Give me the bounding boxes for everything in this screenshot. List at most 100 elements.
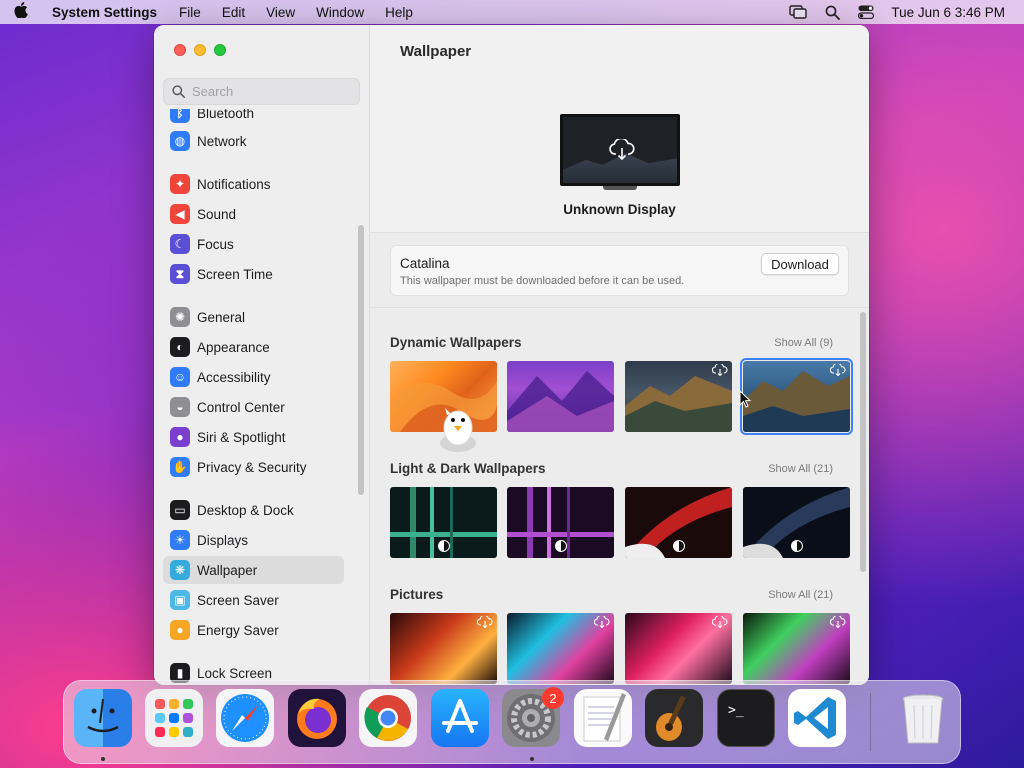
menu-file[interactable]: File — [179, 5, 201, 20]
sidebar: Search ᛒ Bluetooth ◍ Network ✦ Notifications ◀… — [154, 25, 370, 685]
menu-window[interactable]: Window — [316, 5, 364, 20]
menu-clock[interactable]: Tue Jun 6 3:46 PM — [891, 5, 1005, 20]
light-dark-icon — [673, 540, 685, 552]
cloud-download-icon — [830, 616, 846, 628]
wallpaper-thumb-pic-3[interactable] — [625, 613, 732, 684]
running-indicator — [530, 757, 534, 761]
sidebar-item-accessibility[interactable]: ☺ Accessibility — [163, 363, 344, 391]
sidebar-item-notifications[interactable]: ✦ Notifications — [163, 170, 344, 198]
search-icon — [172, 85, 185, 98]
main-scrollbar[interactable] — [860, 312, 866, 572]
svg-text:>_: >_ — [728, 703, 744, 718]
main-pane: Wallpaper Unknown Display Catalina This … — [370, 25, 869, 685]
dock-launchpad[interactable] — [145, 689, 203, 747]
dock-separator — [870, 693, 871, 751]
cloud-download-icon — [477, 616, 493, 628]
show-all-pictures[interactable]: Show All (21) — [768, 589, 833, 601]
sidebar-item-general[interactable]: ✺ General — [163, 303, 344, 331]
download-button[interactable]: Download — [761, 253, 839, 275]
wallpaper-thumb-ld-3[interactable] — [625, 487, 732, 558]
dock-chrome[interactable] — [359, 689, 417, 747]
menu-edit[interactable]: Edit — [222, 5, 245, 20]
sidebar-item-screen-time[interactable]: ⧗ Screen Time — [163, 260, 344, 288]
dock-terminal[interactable]: >_ — [717, 689, 775, 747]
wallpaper-thumb-pic-1[interactable] — [390, 613, 497, 684]
moon-icon: ☾ — [170, 234, 190, 254]
sidebar-item-control-center[interactable]: ◒ Control Center — [163, 393, 344, 421]
sidebar-item-displays[interactable]: ☀ Displays — [163, 526, 344, 554]
sidebar-item-energy-saver[interactable]: ● Energy Saver — [163, 616, 344, 644]
section-title-light-dark: Light & Dark Wallpapers — [390, 461, 546, 476]
wallpaper-thumb-pic-4[interactable] — [743, 613, 850, 684]
sidebar-scrollbar[interactable] — [358, 225, 364, 495]
hand-icon: ✋ — [170, 457, 190, 477]
show-all-dynamic[interactable]: Show All (9) — [774, 337, 833, 349]
search-placeholder: Search — [192, 84, 234, 99]
menu-help[interactable]: Help — [385, 5, 413, 20]
sidebar-item-label: Control Center — [197, 399, 285, 415]
sidebar-item-screen-saver[interactable]: ▣ Screen Saver — [163, 586, 344, 614]
screen-mirroring-icon[interactable] — [781, 5, 815, 19]
wallpaper-thumb-pic-2[interactable] — [507, 613, 614, 684]
notification-badge: 2 — [542, 687, 564, 709]
running-indicator — [101, 757, 105, 761]
hourglass-icon: ⧗ — [170, 264, 190, 284]
dock-vscode[interactable] — [788, 689, 846, 747]
siri-icon: ● — [170, 427, 190, 447]
display-name: Unknown Display — [563, 202, 676, 217]
menu-app-name[interactable]: System Settings — [52, 5, 157, 20]
sidebar-item-focus[interactable]: ☾ Focus — [163, 230, 344, 258]
dock-finder[interactable] — [74, 689, 132, 747]
menu-bar: System Settings File Edit View Window He… — [0, 0, 1024, 24]
search-input[interactable]: Search — [163, 78, 360, 105]
wallpaper-thumb-ld-1[interactable] — [390, 487, 497, 558]
dock-app-store[interactable] — [431, 689, 489, 747]
page-title: Wallpaper — [400, 43, 472, 60]
dock-trash[interactable] — [894, 689, 952, 747]
download-title: Catalina — [400, 256, 450, 271]
wallpaper-thumb-monterey[interactable] — [507, 361, 614, 432]
wallpaper-thumb-ld-2[interactable] — [507, 487, 614, 558]
zoom-button[interactable] — [214, 44, 226, 56]
wallpaper-thumb-catalina[interactable] — [740, 358, 853, 435]
sidebar-item-sound[interactable]: ◀ Sound — [163, 200, 344, 228]
sidebar-item-bluetooth[interactable]: ᛒ Bluetooth — [163, 109, 344, 127]
sidebar-item-desktop-dock[interactable]: ▭ Desktop & Dock — [163, 496, 344, 524]
dock-safari[interactable] — [216, 689, 274, 747]
control-center-icon[interactable] — [849, 5, 883, 19]
toggles-icon: ◒ — [170, 397, 190, 417]
sidebar-item-label: General — [197, 309, 246, 325]
mouse-cursor-icon — [739, 390, 751, 408]
dock-garageband[interactable] — [645, 689, 703, 747]
close-button[interactable] — [174, 44, 186, 56]
display-stand — [603, 186, 637, 190]
sidebar-item-network[interactable]: ◍ Network — [163, 127, 344, 155]
spotlight-search-icon[interactable] — [815, 5, 849, 20]
sidebar-item-label: Accessibility — [197, 369, 271, 385]
wallpaper-thumb-ld-4[interactable] — [743, 487, 850, 558]
dock-system-settings[interactable]: 2 — [502, 687, 564, 747]
bulb-icon: ● — [170, 620, 190, 640]
sidebar-item-appearance[interactable]: ◐ Appearance — [163, 333, 344, 361]
show-all-light-dark[interactable]: Show All (21) — [768, 463, 833, 475]
apple-menu-icon[interactable] — [14, 2, 36, 22]
sidebar-item-privacy-security[interactable]: ✋ Privacy & Security — [163, 453, 344, 481]
light-dark-icon — [555, 540, 567, 552]
minimize-button[interactable] — [194, 44, 206, 56]
section-title-dynamic: Dynamic Wallpapers — [390, 335, 522, 350]
sidebar-item-label: Focus — [197, 236, 234, 252]
wallpaper-thumb-big-sur[interactable] — [625, 361, 732, 432]
sidebar-item-label: Notifications — [197, 176, 271, 192]
dock-firefox[interactable] — [288, 689, 346, 747]
cloud-download-icon — [609, 139, 635, 161]
display-preview — [560, 114, 680, 191]
menu-view[interactable]: View — [266, 5, 295, 20]
dock-textedit[interactable] — [574, 689, 632, 747]
sidebar-item-label: Displays — [197, 532, 249, 548]
sidebar-item-label: Sound — [197, 206, 237, 222]
cloud-download-icon — [830, 364, 846, 376]
sidebar-item-wallpaper[interactable]: ❋ Wallpaper — [163, 556, 344, 584]
sidebar-item-label: Bluetooth — [197, 109, 255, 121]
sidebar-item-siri-spotlight[interactable]: ● Siri & Spotlight — [163, 423, 344, 451]
download-notice: Catalina This wallpaper must be download… — [390, 245, 849, 296]
